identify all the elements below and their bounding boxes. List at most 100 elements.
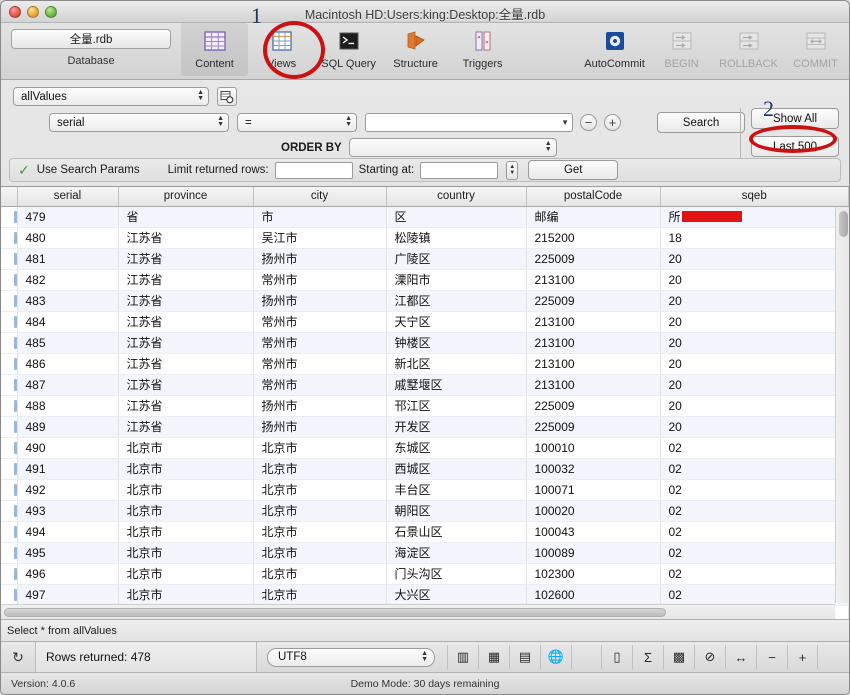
cell-country[interactable]: 西城区	[386, 458, 527, 480]
plus-icon[interactable]: +	[787, 645, 818, 669]
cell-serial[interactable]: 496	[17, 563, 119, 585]
cell-postalCode[interactable]: 100020	[526, 500, 661, 522]
cell-serial[interactable]: 480	[17, 227, 119, 249]
cell-serial[interactable]: 484	[17, 311, 119, 333]
cell-postalCode[interactable]: 100089	[526, 542, 661, 564]
cell-country[interactable]: 石景山区	[386, 521, 527, 543]
cell-serial[interactable]: 497	[17, 584, 119, 606]
cell-country[interactable]: 钟楼区	[386, 332, 527, 354]
get-button[interactable]: Get	[528, 160, 619, 180]
cell-province[interactable]: 北京市	[118, 584, 254, 606]
cell-serial[interactable]: 485	[17, 332, 119, 354]
cell-country[interactable]: 丰台区	[386, 479, 527, 501]
cell-city[interactable]: 市	[253, 206, 387, 228]
cell-country[interactable]: 朝阳区	[386, 500, 527, 522]
table-row[interactable]: 487 江苏省 常州市 戚墅堰区 213100 20	[1, 374, 849, 396]
cell-serial[interactable]: 490	[17, 437, 119, 459]
sum-icon[interactable]: Σ	[632, 645, 663, 669]
row-handle[interactable]	[1, 290, 18, 312]
cell-city[interactable]: 吴江市	[253, 227, 387, 249]
cell-country[interactable]: 海淀区	[386, 542, 527, 564]
table-row[interactable]: 482 江苏省 常州市 溧阳市 213100 20	[1, 269, 849, 291]
add-criteria-button[interactable]: +	[604, 114, 621, 131]
cell-sqeb[interactable]: 20	[660, 416, 849, 438]
cell-country[interactable]: 门头沟区	[386, 563, 527, 585]
cell-city[interactable]: 北京市	[253, 479, 387, 501]
cell-sqeb[interactable]: 02	[660, 521, 849, 543]
table-row[interactable]: 493 北京市 北京市 朝阳区 100020 02	[1, 500, 849, 522]
filter-table-icon[interactable]: ▩	[663, 645, 694, 669]
table-row[interactable]: 490 北京市 北京市 东城区 100010 02	[1, 437, 849, 459]
table-row[interactable]: 489 江苏省 扬州市 开发区 225009 20	[1, 416, 849, 438]
refresh-icon[interactable]: ↻	[1, 649, 35, 666]
cell-sqeb[interactable]: 20	[660, 248, 849, 270]
table-row[interactable]: 486 江苏省 常州市 新北区 213100 20	[1, 353, 849, 375]
cell-serial[interactable]: 493	[17, 500, 119, 522]
globe-icon[interactable]: 🌐	[540, 645, 571, 669]
cell-postalCode[interactable]: 213100	[526, 332, 661, 354]
table-row[interactable]: 496 北京市 北京市 门头沟区 102300 02	[1, 563, 849, 585]
cell-province[interactable]: 省	[118, 206, 254, 228]
encoding-select[interactable]: UTF8 ▲ ▼	[267, 647, 435, 667]
cell-province[interactable]: 江苏省	[118, 374, 254, 396]
toolbar-button-triggers[interactable]: ✕ ✕ Triggers	[449, 23, 516, 70]
row-handle[interactable]	[1, 374, 18, 396]
table-row[interactable]: 479 省市区邮编所	[1, 206, 849, 228]
cell-sqeb[interactable]: 所	[660, 206, 849, 228]
cell-postalCode[interactable]: 225009	[526, 248, 661, 270]
table-row[interactable]: 492 北京市 北京市 丰台区 100071 02	[1, 479, 849, 501]
cell-postalCode[interactable]: 102300	[526, 563, 661, 585]
cell-city[interactable]: 扬州市	[253, 248, 387, 270]
row-handle[interactable]	[1, 584, 18, 606]
cell-province[interactable]: 北京市	[118, 500, 254, 522]
cell-postalCode[interactable]: 213100	[526, 374, 661, 396]
vertical-scrollbar[interactable]	[835, 207, 849, 603]
row-handle[interactable]	[1, 542, 18, 564]
cell-country[interactable]: 江都区	[386, 290, 527, 312]
cell-serial[interactable]: 487	[17, 374, 119, 396]
cell-province[interactable]: 北京市	[118, 521, 254, 543]
column-header-postalcode[interactable]: postalCode	[526, 187, 661, 207]
cell-sqeb[interactable]: 02	[660, 479, 849, 501]
row-handle[interactable]	[1, 248, 18, 270]
table-row[interactable]: 481 江苏省 扬州市 广陵区 225009 20	[1, 248, 849, 270]
remove-criteria-button[interactable]: −	[580, 114, 597, 131]
table-row[interactable]: 484 江苏省 常州市 天宁区 213100 20	[1, 311, 849, 333]
search-value-input[interactable]: ▼	[365, 113, 573, 132]
limit-rows-input[interactable]	[274, 161, 353, 179]
table-row[interactable]: 480 江苏省 吴江市 松陵镇 215200 18	[1, 227, 849, 249]
row-handle[interactable]	[1, 311, 18, 333]
cell-province[interactable]: 江苏省	[118, 332, 254, 354]
no-entry-icon[interactable]: ⊘	[694, 645, 725, 669]
cell-city[interactable]: 北京市	[253, 563, 387, 585]
row-handle[interactable]	[1, 521, 18, 543]
vertical-scrollbar-thumb[interactable]	[839, 211, 848, 237]
column-header-city[interactable]: city	[253, 187, 387, 207]
cell-sqeb[interactable]: 20	[660, 290, 849, 312]
toolbar-button-rollback[interactable]: ROLLBACK	[715, 23, 782, 70]
row-handle[interactable]	[1, 458, 18, 480]
column-header-sqeb[interactable]: sqeb	[660, 187, 849, 207]
cell-province[interactable]: 北京市	[118, 563, 254, 585]
cell-country[interactable]: 大兴区	[386, 584, 527, 606]
cell-country[interactable]: 区	[386, 206, 527, 228]
cell-province[interactable]: 江苏省	[118, 395, 254, 417]
cell-province[interactable]: 北京市	[118, 437, 254, 459]
cell-country[interactable]: 广陵区	[386, 248, 527, 270]
cell-serial[interactable]: 492	[17, 479, 119, 501]
cell-sqeb[interactable]: 20	[660, 269, 849, 291]
table-row[interactable]: 494 北京市 北京市 石景山区 100043 02	[1, 521, 849, 543]
table-filter-icon[interactable]	[217, 87, 237, 106]
cell-sqeb[interactable]: 18	[660, 227, 849, 249]
toolbar-button-commit[interactable]: COMMIT	[782, 23, 849, 70]
cell-sqeb[interactable]: 20	[660, 374, 849, 396]
cell-province[interactable]: 北京市	[118, 458, 254, 480]
cell-postalCode[interactable]: 225009	[526, 290, 661, 312]
cell-postalCode[interactable]: 100043	[526, 521, 661, 543]
row-handle[interactable]	[1, 563, 18, 585]
horizontal-scrollbar[interactable]	[1, 604, 835, 619]
toolbar-button-begin[interactable]: BEGIN	[648, 23, 715, 70]
cell-city[interactable]: 扬州市	[253, 416, 387, 438]
column-select[interactable]: serial ▲ ▼	[49, 113, 229, 132]
cell-city[interactable]: 北京市	[253, 458, 387, 480]
